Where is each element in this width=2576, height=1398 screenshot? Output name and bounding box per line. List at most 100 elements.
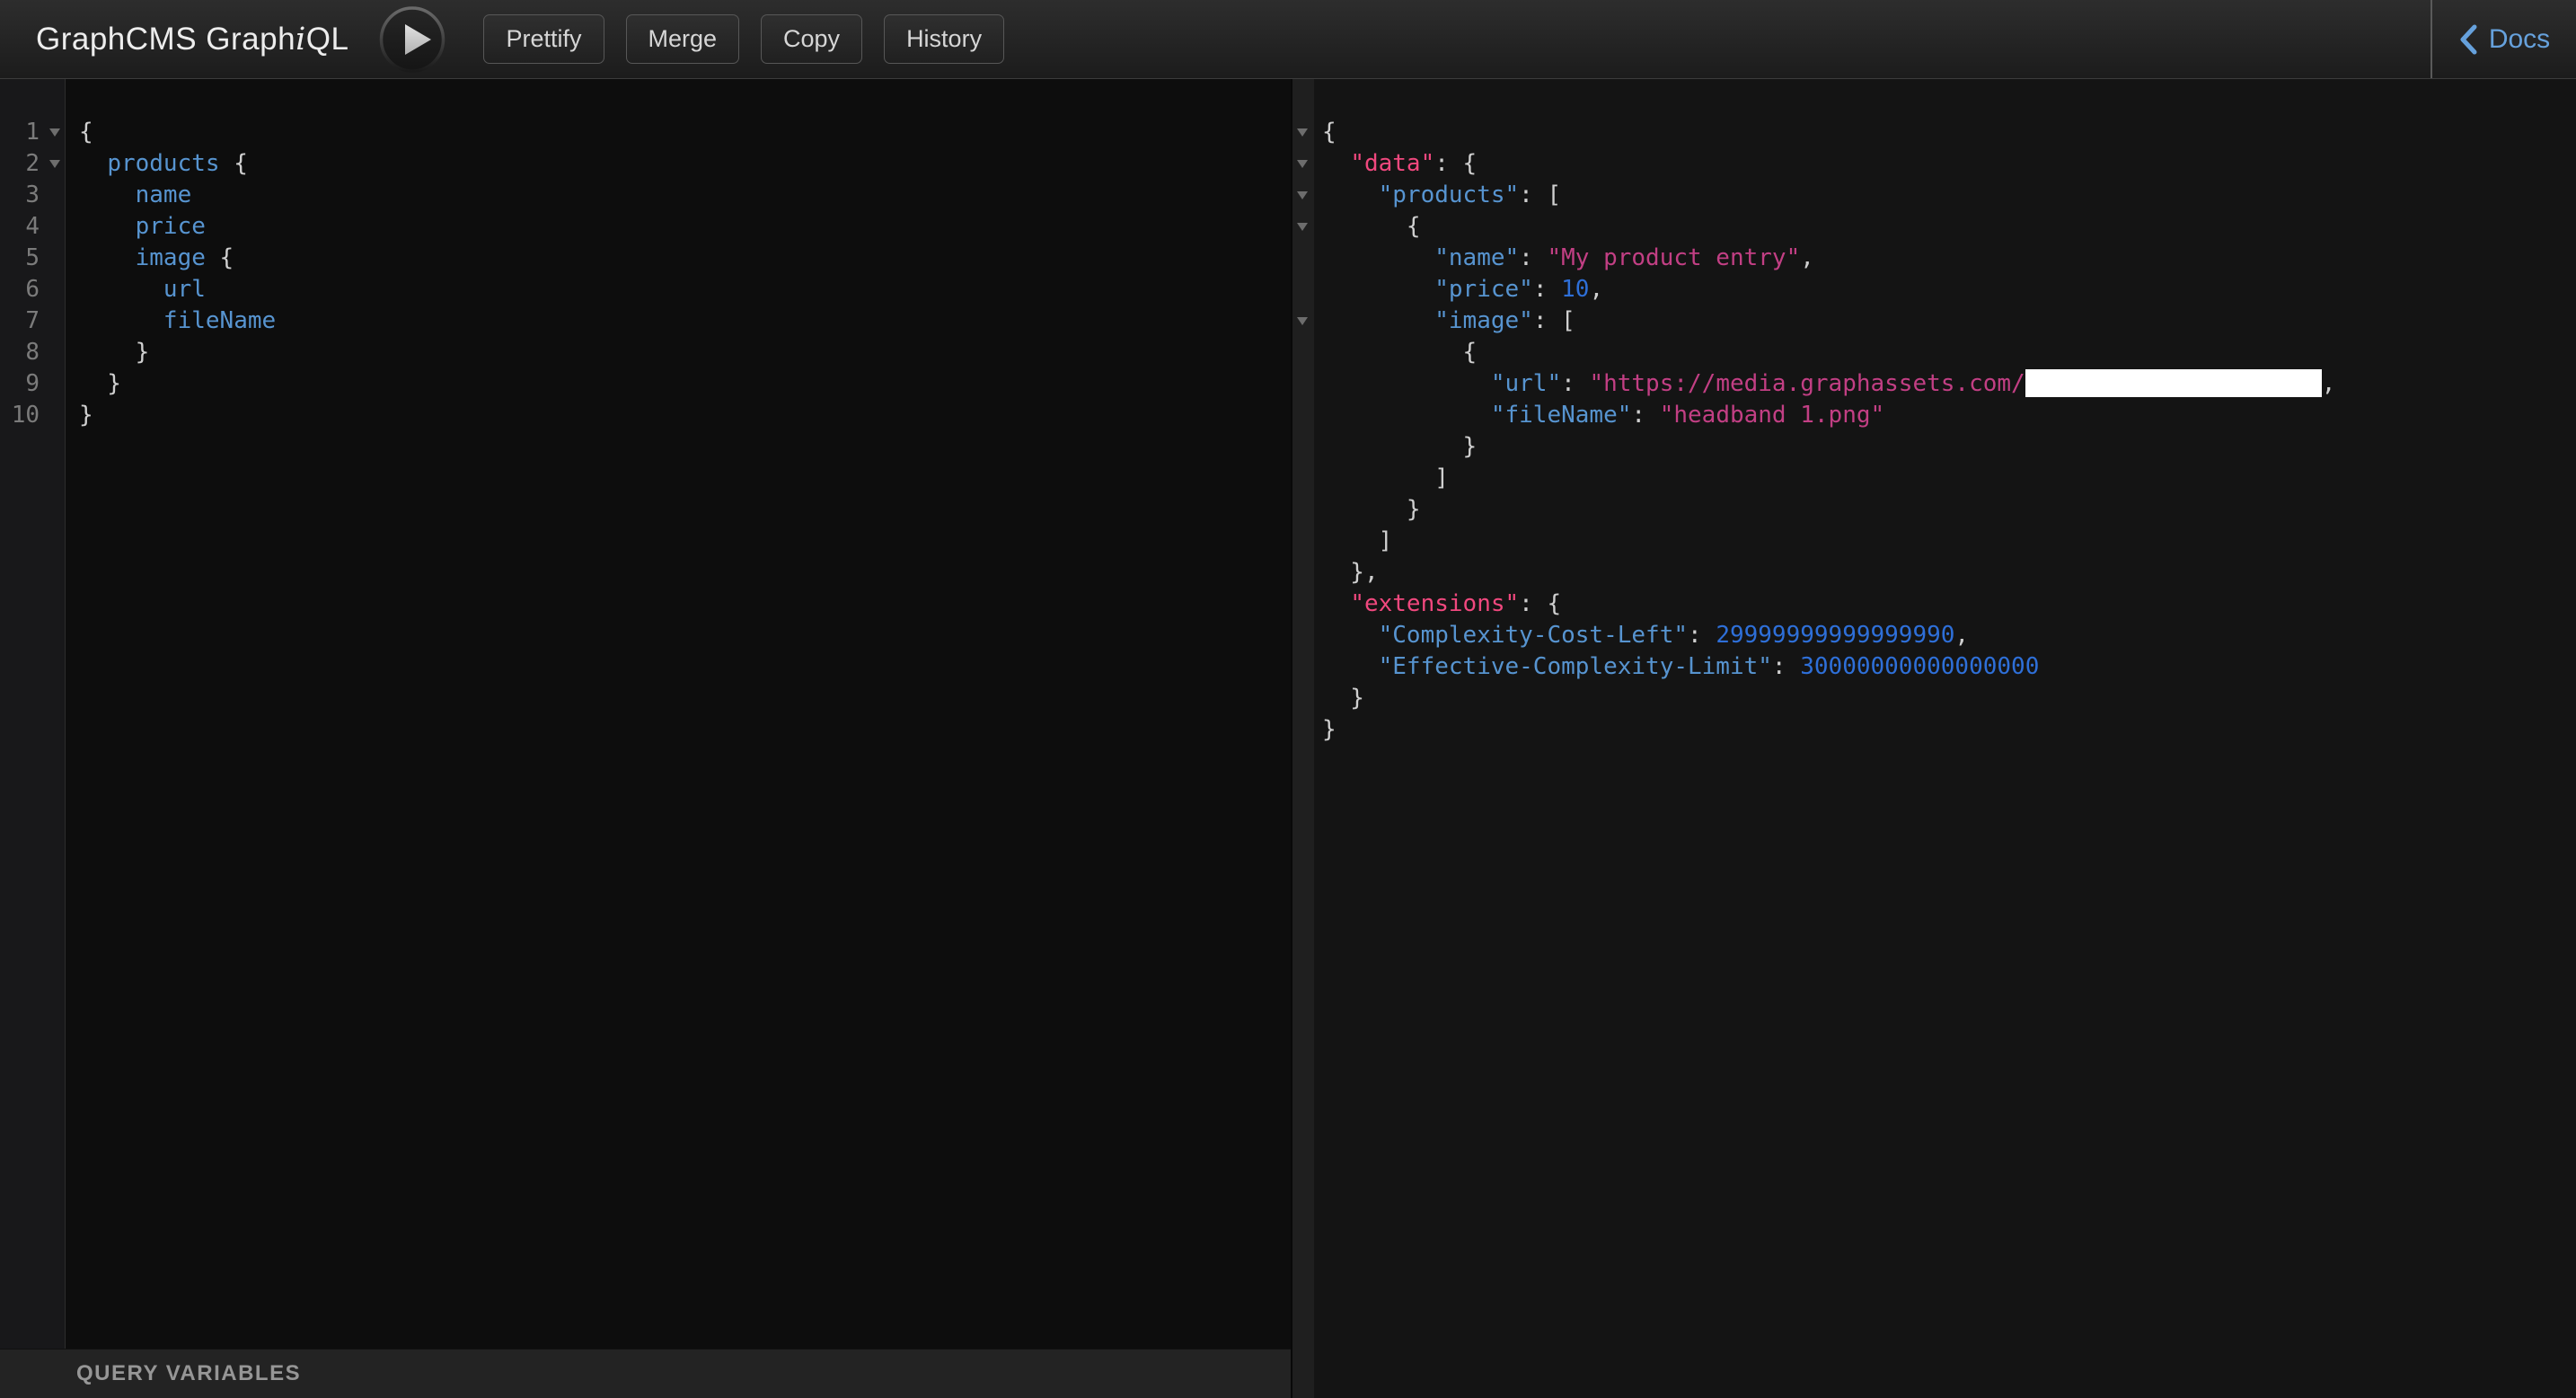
copy-button[interactable]: Copy bbox=[761, 14, 862, 64]
line-number: 5 bbox=[0, 243, 65, 274]
line-number: 10 bbox=[0, 400, 65, 431]
code-token bbox=[79, 244, 136, 271]
code-line: { bbox=[1322, 337, 2576, 368]
code-line: } bbox=[79, 337, 1291, 368]
query-variables-label: QUERY VARIABLES bbox=[76, 1361, 301, 1386]
code-token: { bbox=[1322, 213, 1421, 240]
code-line: "price": 10, bbox=[1322, 274, 2576, 305]
result-viewer: { "data": { "products": [ { "name": "My … bbox=[1314, 79, 2576, 1398]
code-token: "url" bbox=[1491, 370, 1561, 397]
code-token: } bbox=[1322, 716, 1337, 743]
gutter-row bbox=[1292, 683, 1314, 714]
gutter-row bbox=[1292, 714, 1314, 746]
code-token bbox=[1322, 370, 1491, 397]
title-text: GraphCMS Graph bbox=[36, 22, 296, 57]
code-line: "data": { bbox=[1322, 148, 2576, 180]
code-token: , bbox=[1800, 244, 1814, 271]
result-pane: { "data": { "products": [ { "name": "My … bbox=[1291, 79, 2576, 1398]
code-token: 29999999999999990 bbox=[1716, 622, 1954, 649]
code-line: } bbox=[79, 368, 1291, 400]
code-line: } bbox=[79, 400, 1291, 431]
gutter-row bbox=[1292, 526, 1314, 557]
code-token bbox=[79, 150, 107, 177]
fold-arrow-icon[interactable] bbox=[1297, 160, 1308, 168]
code-token bbox=[79, 213, 136, 240]
code-token: "My product entry" bbox=[1547, 244, 1800, 271]
code-token: "fileName" bbox=[1491, 402, 1632, 429]
gutter-row bbox=[1292, 368, 1314, 400]
fold-arrow-icon[interactable] bbox=[1297, 128, 1308, 137]
code-line: url bbox=[79, 274, 1291, 305]
code-token: , bbox=[2322, 370, 2336, 397]
code-token bbox=[1322, 181, 1379, 208]
title-italic-i: i bbox=[296, 22, 306, 58]
code-token: fileName bbox=[163, 307, 276, 334]
line-number: 8 bbox=[0, 337, 65, 368]
gutter-row bbox=[1292, 211, 1314, 243]
line-number: 2 bbox=[0, 148, 65, 180]
code-token bbox=[79, 276, 163, 303]
code-token: : bbox=[1772, 653, 1800, 680]
fold-arrow-icon[interactable] bbox=[1297, 191, 1308, 199]
fold-arrow-icon[interactable] bbox=[49, 160, 60, 168]
code-line: ] bbox=[1322, 463, 2576, 494]
code-token: } bbox=[1322, 496, 1421, 523]
code-token: : bbox=[1631, 402, 1659, 429]
code-token bbox=[1322, 622, 1379, 649]
code-line: fileName bbox=[79, 305, 1291, 337]
code-token: 10 bbox=[1561, 276, 1589, 303]
code-line: } bbox=[1322, 431, 2576, 463]
code-token: : bbox=[1688, 622, 1716, 649]
code-token: : bbox=[1561, 370, 1589, 397]
fold-arrow-icon[interactable] bbox=[49, 128, 60, 137]
gutter-row bbox=[1292, 305, 1314, 337]
gutter-row bbox=[1292, 400, 1314, 431]
code-token: } bbox=[79, 370, 121, 397]
fold-arrow-icon[interactable] bbox=[1297, 317, 1308, 325]
code-token: "extensions" bbox=[1350, 590, 1519, 617]
query-editor[interactable]: { products { name price image { url file… bbox=[66, 79, 1291, 1349]
query-variables-footer[interactable]: QUERY VARIABLES bbox=[0, 1349, 1291, 1398]
prettify-button[interactable]: Prettify bbox=[483, 14, 604, 64]
gutter-row bbox=[1292, 588, 1314, 620]
code-token: "data" bbox=[1350, 150, 1434, 177]
play-icon bbox=[379, 6, 446, 73]
code-line: name bbox=[79, 180, 1291, 211]
gutter-row bbox=[1292, 148, 1314, 180]
code-token: : { bbox=[1519, 590, 1561, 617]
code-token: 30000000000000000 bbox=[1800, 653, 2039, 680]
topbar: GraphCMS GraphiQL Pret bbox=[0, 0, 2576, 79]
gutter-row bbox=[1292, 463, 1314, 494]
code-token bbox=[79, 181, 136, 208]
code-line: image { bbox=[79, 243, 1291, 274]
redacted-url-box bbox=[2025, 369, 2322, 397]
code-token: } bbox=[1322, 433, 1477, 460]
graphiql-app: GraphCMS GraphiQL Pret bbox=[0, 0, 2576, 1398]
code-token: , bbox=[1954, 622, 1969, 649]
code-token: : [ bbox=[1533, 307, 1575, 334]
code-token: ] bbox=[1322, 465, 1449, 491]
line-number: 7 bbox=[0, 305, 65, 337]
code-line: price bbox=[79, 211, 1291, 243]
code-token: : bbox=[1519, 244, 1547, 271]
gutter-row bbox=[1292, 337, 1314, 368]
code-line: "Complexity-Cost-Left": 2999999999999999… bbox=[1322, 620, 2576, 651]
code-token: : bbox=[1533, 276, 1561, 303]
history-button[interactable]: History bbox=[884, 14, 1004, 64]
execute-query-button[interactable] bbox=[379, 6, 446, 73]
docs-label: Docs bbox=[2489, 24, 2550, 55]
code-token bbox=[1322, 244, 1434, 271]
docs-link[interactable]: Docs bbox=[2458, 23, 2550, 56]
code-token: : { bbox=[1434, 150, 1477, 177]
code-token: ] bbox=[1322, 527, 1392, 554]
chevron-left-icon bbox=[2458, 23, 2478, 56]
code-token: "https://media.graphassets.com/ bbox=[1589, 370, 2025, 397]
docs-tab-area: Docs bbox=[2430, 0, 2576, 78]
merge-button[interactable]: Merge bbox=[626, 14, 740, 64]
code-token: }, bbox=[1322, 559, 1379, 586]
fold-arrow-icon[interactable] bbox=[1297, 223, 1308, 231]
code-line: "Effective-Complexity-Limit": 3000000000… bbox=[1322, 651, 2576, 683]
code-token: "image" bbox=[1434, 307, 1533, 334]
code-line: "extensions": { bbox=[1322, 588, 2576, 620]
code-line: }, bbox=[1322, 557, 2576, 588]
